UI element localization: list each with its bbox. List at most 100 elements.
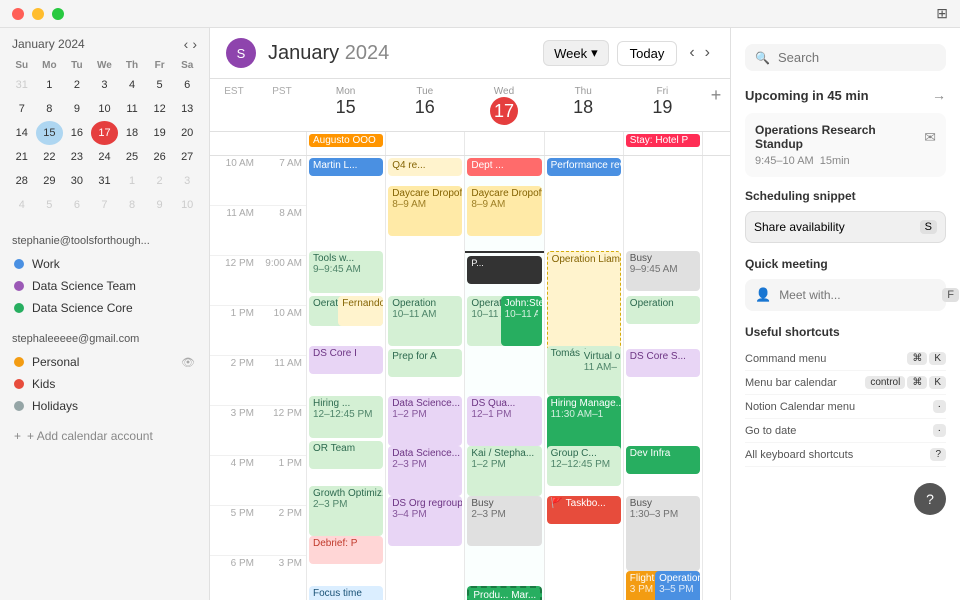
mini-cal-day[interactable]: 30 — [63, 169, 91, 193]
mini-cal-day[interactable]: 3 — [173, 169, 201, 193]
event-operation-liam[interactable]: Operation Liam Ste ; — [547, 251, 621, 351]
event-dev-infra[interactable]: Dev Infra — [626, 446, 700, 474]
event-taskbo[interactable]: 🚩 Taskbo... — [547, 496, 621, 524]
allday-event-augusto[interactable]: Augusto OOO — [309, 134, 383, 147]
mini-cal-day[interactable]: 19 — [146, 121, 174, 145]
add-event-icon[interactable]: + — [709, 83, 724, 107]
event-john-coffee[interactable]: John:Step Coffee ...10–11 AM — [501, 296, 542, 346]
event-operation-sprint[interactable]: Operation 2024 Sprint Planning3–5 PM — [655, 571, 700, 600]
event-virtual-onsite[interactable]: Virtual onsite ...11 AM–12 PM — [580, 349, 621, 399]
mini-cal-day[interactable]: 11 — [118, 97, 146, 121]
event-daycare-wed[interactable]: Daycare Dropoff8–9 AM — [467, 186, 541, 236]
mini-cal-day[interactable]: 25 — [118, 145, 146, 169]
mini-cal-day[interactable]: 4 — [8, 193, 36, 217]
event-perf-review[interactable]: Performance review talks — [547, 158, 621, 176]
mini-cal-day[interactable]: 7 — [91, 193, 119, 217]
mini-cal-day[interactable]: 5 — [146, 73, 174, 97]
mini-cal-day[interactable]: 22 — [36, 145, 64, 169]
mini-cal-day[interactable]: 8 — [118, 193, 146, 217]
minimize-button[interactable] — [32, 8, 44, 20]
day-header-fri[interactable]: Fri 19 — [623, 79, 702, 131]
event-ds-sci2-tue[interactable]: Data Science...2–3 PM — [388, 446, 462, 496]
mini-cal-day[interactable]: 7 — [8, 97, 36, 121]
mini-cal-day[interactable]: 14 — [8, 121, 36, 145]
mini-cal-day[interactable]: 12 — [146, 97, 174, 121]
event-dscore-fri[interactable]: DS Core S... — [626, 349, 700, 377]
mini-cal-day[interactable]: 21 — [8, 145, 36, 169]
mini-cal-day[interactable]: 2 — [146, 169, 174, 193]
mini-cal-day[interactable]: 1 — [118, 169, 146, 193]
event-focus-time[interactable]: Focus time3:30–5 PM — [309, 586, 383, 600]
mini-cal-day[interactable]: 31 — [91, 169, 119, 193]
calendar-kids[interactable]: Kids — [8, 373, 201, 395]
add-event-header[interactable]: + — [702, 79, 730, 131]
day-header-tue[interactable]: Tue 16 — [385, 79, 464, 131]
upcoming-event-card[interactable]: Operations Research Standup ✉ 9:45–10 AM… — [745, 113, 946, 177]
mini-cal-day[interactable]: 6 — [173, 73, 201, 97]
event-q4-tue[interactable]: Q4 re... — [388, 158, 462, 176]
event-martin[interactable]: Martin L... — [309, 158, 383, 176]
event-dept-wed[interactable]: Dept ... — [467, 158, 541, 176]
maximize-button[interactable] — [52, 8, 64, 20]
event-ds-sci-tue[interactable]: Data Science...1–2 PM — [388, 396, 462, 446]
today-button[interactable]: Today — [617, 41, 678, 66]
mini-cal-day[interactable]: 16 — [63, 121, 91, 145]
event-ds-qua[interactable]: DS Qua...12–1 PM — [467, 396, 541, 446]
mini-cal-day[interactable]: 1 — [36, 73, 64, 97]
mini-cal-day[interactable]: 20 — [173, 121, 201, 145]
next-week-button[interactable]: › — [701, 40, 714, 66]
event-busy-wed[interactable]: Busy2–3 PM — [467, 496, 541, 546]
calendar-personal[interactable]: Personal 👁 — [8, 351, 201, 373]
mini-cal-day[interactable]: 18 — [118, 121, 146, 145]
event-operation-fri[interactable]: Operation — [626, 296, 700, 324]
event-busy-fri-1[interactable]: Busy9–9:45 AM — [626, 251, 700, 291]
day-header-thu[interactable]: Thu 18 — [544, 79, 623, 131]
mini-cal-day[interactable]: 15 — [36, 121, 64, 145]
calendar-data-science-team[interactable]: Data Science Team — [8, 275, 201, 297]
mini-cal-day[interactable]: 4 — [118, 73, 146, 97]
day-header-wed[interactable]: Wed 17 — [464, 79, 543, 131]
allday-event-hotel[interactable]: Stay: Hotel P — [626, 134, 700, 147]
mini-cal-day[interactable]: 23 — [63, 145, 91, 169]
event-growth[interactable]: Growth Optimiz...2–3 PM — [309, 486, 383, 536]
event-or-team[interactable]: OR Team — [309, 441, 383, 469]
help-button[interactable]: ? — [914, 483, 946, 515]
day-header-mon[interactable]: Mon 15 — [306, 79, 385, 131]
event-tools[interactable]: Tools w...9–9:45 AM — [309, 251, 383, 293]
prev-week-button[interactable]: ‹ — [685, 40, 698, 66]
mini-cal-day[interactable]: 31 — [8, 73, 36, 97]
mini-cal-day[interactable]: 9 — [146, 193, 174, 217]
event-kai[interactable]: Kai / Stepha...1–2 PM — [467, 446, 541, 496]
share-availability-button[interactable]: Share availability S — [745, 211, 946, 243]
mini-cal-day[interactable]: 29 — [36, 169, 64, 193]
event-busy-fri-2[interactable]: Busy1:30–3 PM — [626, 496, 700, 571]
mini-cal-day[interactable]: 10 — [91, 97, 119, 121]
event-debrief[interactable]: Debrief: P — [309, 536, 383, 564]
mini-cal-next[interactable]: › — [192, 36, 197, 52]
mini-cal-day[interactable]: 13 — [173, 97, 201, 121]
calendar-work[interactable]: Work — [8, 253, 201, 275]
upcoming-arrow-icon[interactable]: → — [932, 87, 946, 103]
mini-cal-day[interactable]: 10 — [173, 193, 201, 217]
mini-cal-day[interactable]: 28 — [8, 169, 36, 193]
mini-cal-day[interactable]: 17 — [91, 121, 119, 145]
mini-cal-day[interactable]: 2 — [63, 73, 91, 97]
mini-cal-day[interactable]: 3 — [91, 73, 119, 97]
search-input[interactable] — [778, 50, 954, 65]
mini-cal-day[interactable]: 26 — [146, 145, 174, 169]
event-group-c[interactable]: Group C...12–12:45 PM — [547, 446, 621, 486]
mini-cal-day[interactable]: 27 — [173, 145, 201, 169]
event-busy-now[interactable]: P... — [467, 256, 541, 284]
week-selector[interactable]: Week ▾ — [543, 40, 609, 66]
meet-with-input[interactable] — [779, 288, 934, 302]
event-fernando[interactable]: Fernando — [338, 296, 383, 326]
mini-cal-day[interactable]: 5 — [36, 193, 64, 217]
event-prep[interactable]: Prep for A — [388, 349, 462, 377]
mini-cal-day[interactable]: 9 — [63, 97, 91, 121]
calendar-holidays[interactable]: Holidays — [8, 395, 201, 417]
event-daycare-tue[interactable]: Daycare Dropoff8–9 AM — [388, 186, 462, 236]
event-dscore-mon[interactable]: DS Core I — [309, 346, 383, 374]
close-button[interactable] — [12, 8, 24, 20]
event-hiring-mon[interactable]: Hiring ...12–12:45 PM — [309, 396, 383, 438]
mini-cal-day[interactable]: 6 — [63, 193, 91, 217]
